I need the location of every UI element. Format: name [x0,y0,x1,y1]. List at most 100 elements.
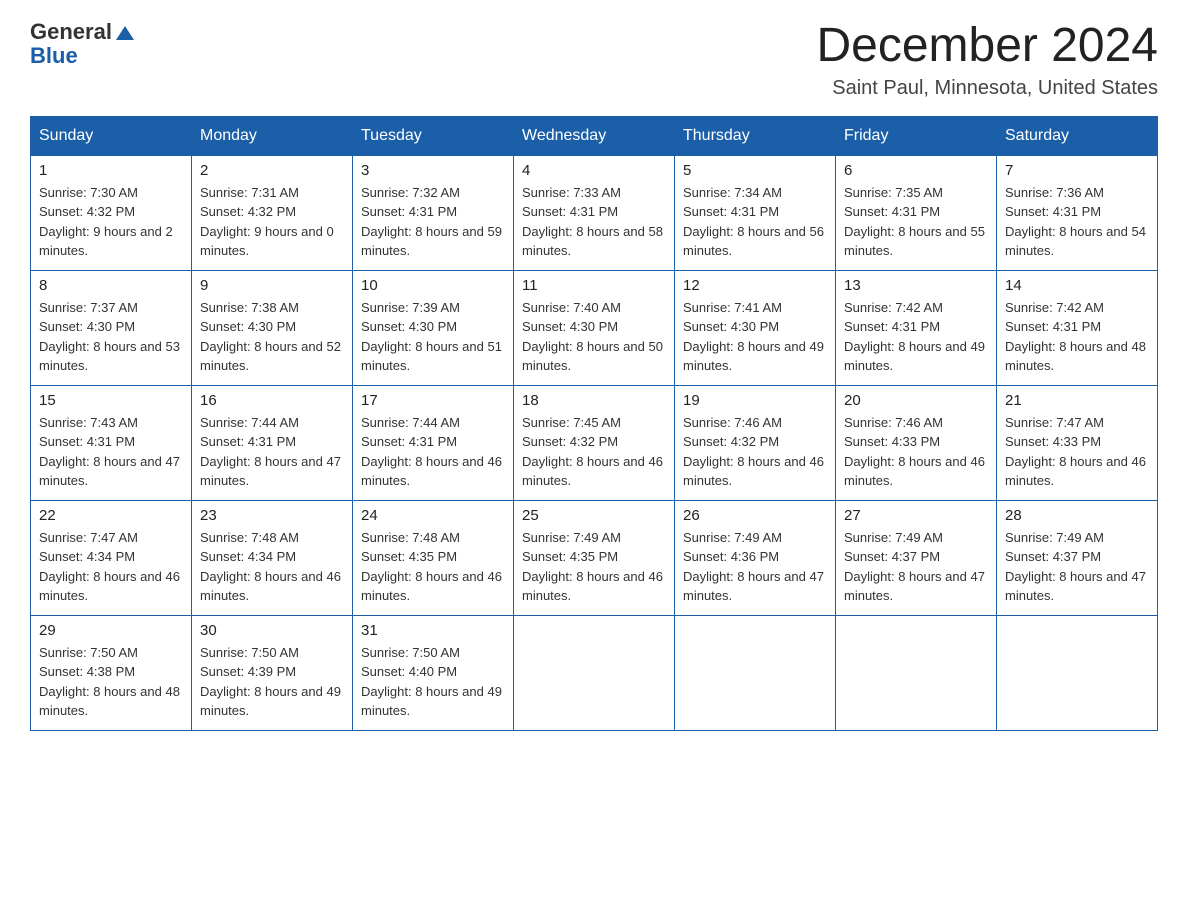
day-info: Sunrise: 7:37 AMSunset: 4:30 PMDaylight:… [39,298,183,376]
calendar-cell: 28 Sunrise: 7:49 AMSunset: 4:37 PMDaylig… [997,500,1158,615]
calendar-cell: 27 Sunrise: 7:49 AMSunset: 4:37 PMDaylig… [836,500,997,615]
day-number: 4 [522,162,666,179]
day-number: 19 [683,392,827,409]
day-number: 12 [683,277,827,294]
day-number: 30 [200,622,344,639]
day-info: Sunrise: 7:49 AMSunset: 4:37 PMDaylight:… [1005,528,1149,606]
day-number: 13 [844,277,988,294]
day-info: Sunrise: 7:36 AMSunset: 4:31 PMDaylight:… [1005,183,1149,261]
day-info: Sunrise: 7:49 AMSunset: 4:35 PMDaylight:… [522,528,666,606]
day-number: 15 [39,392,183,409]
calendar-cell: 22 Sunrise: 7:47 AMSunset: 4:34 PMDaylig… [31,500,192,615]
page-header: General Blue December 2024 Saint Paul, M… [30,20,1158,100]
day-info: Sunrise: 7:34 AMSunset: 4:31 PMDaylight:… [683,183,827,261]
calendar-cell: 7 Sunrise: 7:36 AMSunset: 4:31 PMDayligh… [997,155,1158,270]
calendar-cell: 13 Sunrise: 7:42 AMSunset: 4:31 PMDaylig… [836,270,997,385]
day-number: 25 [522,507,666,524]
day-info: Sunrise: 7:46 AMSunset: 4:33 PMDaylight:… [844,413,988,491]
calendar-cell [675,615,836,730]
calendar-cell: 25 Sunrise: 7:49 AMSunset: 4:35 PMDaylig… [514,500,675,615]
title-area: December 2024 Saint Paul, Minnesota, Uni… [816,20,1158,100]
day-info: Sunrise: 7:48 AMSunset: 4:35 PMDaylight:… [361,528,505,606]
calendar-header-row: SundayMondayTuesdayWednesdayThursdayFrid… [31,116,1158,155]
calendar-cell: 4 Sunrise: 7:33 AMSunset: 4:31 PMDayligh… [514,155,675,270]
calendar-cell: 10 Sunrise: 7:39 AMSunset: 4:30 PMDaylig… [353,270,514,385]
day-info: Sunrise: 7:46 AMSunset: 4:32 PMDaylight:… [683,413,827,491]
logo-triangle-icon [114,22,136,44]
day-number: 16 [200,392,344,409]
day-info: Sunrise: 7:45 AMSunset: 4:32 PMDaylight:… [522,413,666,491]
calendar-cell [836,615,997,730]
day-number: 2 [200,162,344,179]
calendar-week-row: 8 Sunrise: 7:37 AMSunset: 4:30 PMDayligh… [31,270,1158,385]
day-info: Sunrise: 7:47 AMSunset: 4:33 PMDaylight:… [1005,413,1149,491]
calendar-cell: 21 Sunrise: 7:47 AMSunset: 4:33 PMDaylig… [997,385,1158,500]
day-info: Sunrise: 7:30 AMSunset: 4:32 PMDaylight:… [39,183,183,261]
calendar-cell: 26 Sunrise: 7:49 AMSunset: 4:36 PMDaylig… [675,500,836,615]
header-monday: Monday [192,116,353,155]
day-number: 31 [361,622,505,639]
day-number: 23 [200,507,344,524]
day-number: 21 [1005,392,1149,409]
header-sunday: Sunday [31,116,192,155]
day-info: Sunrise: 7:44 AMSunset: 4:31 PMDaylight:… [361,413,505,491]
logo: General Blue [30,20,136,68]
calendar-cell: 3 Sunrise: 7:32 AMSunset: 4:31 PMDayligh… [353,155,514,270]
calendar-cell: 20 Sunrise: 7:46 AMSunset: 4:33 PMDaylig… [836,385,997,500]
day-info: Sunrise: 7:49 AMSunset: 4:37 PMDaylight:… [844,528,988,606]
day-info: Sunrise: 7:33 AMSunset: 4:31 PMDaylight:… [522,183,666,261]
day-info: Sunrise: 7:50 AMSunset: 4:40 PMDaylight:… [361,643,505,721]
day-number: 9 [200,277,344,294]
day-info: Sunrise: 7:39 AMSunset: 4:30 PMDaylight:… [361,298,505,376]
calendar-cell: 23 Sunrise: 7:48 AMSunset: 4:34 PMDaylig… [192,500,353,615]
logo-general-text: General [30,20,112,44]
day-info: Sunrise: 7:42 AMSunset: 4:31 PMDaylight:… [844,298,988,376]
day-info: Sunrise: 7:40 AMSunset: 4:30 PMDaylight:… [522,298,666,376]
day-number: 20 [844,392,988,409]
calendar-cell: 17 Sunrise: 7:44 AMSunset: 4:31 PMDaylig… [353,385,514,500]
calendar-cell: 30 Sunrise: 7:50 AMSunset: 4:39 PMDaylig… [192,615,353,730]
calendar-cell: 29 Sunrise: 7:50 AMSunset: 4:38 PMDaylig… [31,615,192,730]
day-number: 3 [361,162,505,179]
calendar-cell: 11 Sunrise: 7:40 AMSunset: 4:30 PMDaylig… [514,270,675,385]
day-info: Sunrise: 7:41 AMSunset: 4:30 PMDaylight:… [683,298,827,376]
calendar-cell: 12 Sunrise: 7:41 AMSunset: 4:30 PMDaylig… [675,270,836,385]
day-number: 24 [361,507,505,524]
calendar-cell [514,615,675,730]
calendar-cell: 24 Sunrise: 7:48 AMSunset: 4:35 PMDaylig… [353,500,514,615]
day-info: Sunrise: 7:44 AMSunset: 4:31 PMDaylight:… [200,413,344,491]
calendar-cell [997,615,1158,730]
calendar-cell: 2 Sunrise: 7:31 AMSunset: 4:32 PMDayligh… [192,155,353,270]
calendar-cell: 15 Sunrise: 7:43 AMSunset: 4:31 PMDaylig… [31,385,192,500]
day-info: Sunrise: 7:48 AMSunset: 4:34 PMDaylight:… [200,528,344,606]
day-info: Sunrise: 7:47 AMSunset: 4:34 PMDaylight:… [39,528,183,606]
calendar-cell: 18 Sunrise: 7:45 AMSunset: 4:32 PMDaylig… [514,385,675,500]
day-number: 8 [39,277,183,294]
location-title: Saint Paul, Minnesota, United States [816,77,1158,100]
day-number: 11 [522,277,666,294]
header-tuesday: Tuesday [353,116,514,155]
calendar-week-row: 22 Sunrise: 7:47 AMSunset: 4:34 PMDaylig… [31,500,1158,615]
day-number: 5 [683,162,827,179]
day-number: 7 [1005,162,1149,179]
calendar-week-row: 1 Sunrise: 7:30 AMSunset: 4:32 PMDayligh… [31,155,1158,270]
day-number: 18 [522,392,666,409]
day-info: Sunrise: 7:49 AMSunset: 4:36 PMDaylight:… [683,528,827,606]
header-saturday: Saturday [997,116,1158,155]
calendar-cell: 1 Sunrise: 7:30 AMSunset: 4:32 PMDayligh… [31,155,192,270]
day-number: 26 [683,507,827,524]
day-number: 29 [39,622,183,639]
day-info: Sunrise: 7:50 AMSunset: 4:39 PMDaylight:… [200,643,344,721]
header-thursday: Thursday [675,116,836,155]
calendar-week-row: 15 Sunrise: 7:43 AMSunset: 4:31 PMDaylig… [31,385,1158,500]
calendar-cell: 9 Sunrise: 7:38 AMSunset: 4:30 PMDayligh… [192,270,353,385]
day-info: Sunrise: 7:32 AMSunset: 4:31 PMDaylight:… [361,183,505,261]
calendar-cell: 8 Sunrise: 7:37 AMSunset: 4:30 PMDayligh… [31,270,192,385]
header-wednesday: Wednesday [514,116,675,155]
calendar-cell: 14 Sunrise: 7:42 AMSunset: 4:31 PMDaylig… [997,270,1158,385]
day-info: Sunrise: 7:50 AMSunset: 4:38 PMDaylight:… [39,643,183,721]
day-info: Sunrise: 7:38 AMSunset: 4:30 PMDaylight:… [200,298,344,376]
calendar-cell: 5 Sunrise: 7:34 AMSunset: 4:31 PMDayligh… [675,155,836,270]
calendar-cell: 16 Sunrise: 7:44 AMSunset: 4:31 PMDaylig… [192,385,353,500]
calendar-table: SundayMondayTuesdayWednesdayThursdayFrid… [30,116,1158,731]
